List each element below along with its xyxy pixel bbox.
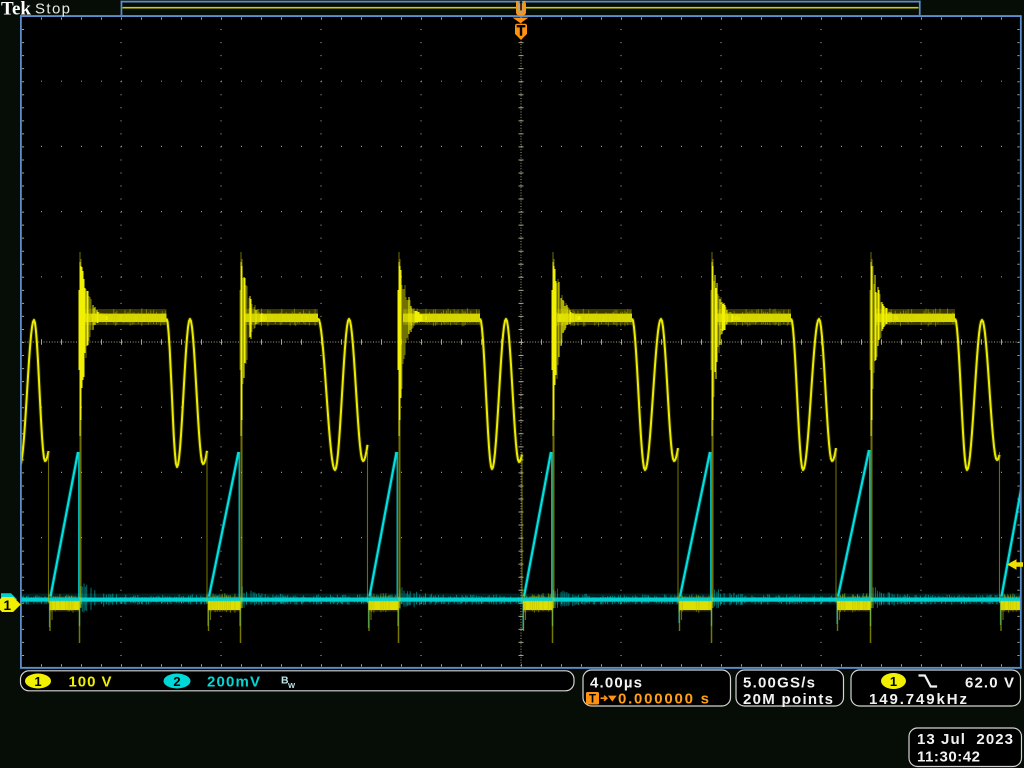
svg-text:Stop: Stop <box>35 1 70 18</box>
svg-text:Tek: Tek <box>1 0 31 20</box>
svg-text:1: 1 <box>34 674 41 689</box>
svg-text:W: W <box>288 681 296 690</box>
svg-text:1: 1 <box>3 598 11 613</box>
svg-text:2: 2 <box>173 674 180 689</box>
svg-text:5.00GS/s: 5.00GS/s <box>743 674 815 691</box>
svg-text:200mV: 200mV <box>207 673 260 690</box>
svg-text:100 V: 100 V <box>69 673 112 690</box>
svg-text:1: 1 <box>890 674 897 689</box>
svg-text:149.749kHz: 149.749kHz <box>869 691 967 708</box>
svg-text:T: T <box>589 693 596 705</box>
svg-text:20M points: 20M points <box>743 691 833 708</box>
svg-text:0.000000 s: 0.000000 s <box>618 691 709 708</box>
svg-text:13 Jul 2023: 13 Jul 2023 <box>917 731 1013 748</box>
svg-text:11:30:42: 11:30:42 <box>917 749 980 766</box>
svg-text:62.0 V: 62.0 V <box>965 674 1014 691</box>
svg-text:4.00µs: 4.00µs <box>590 674 642 691</box>
